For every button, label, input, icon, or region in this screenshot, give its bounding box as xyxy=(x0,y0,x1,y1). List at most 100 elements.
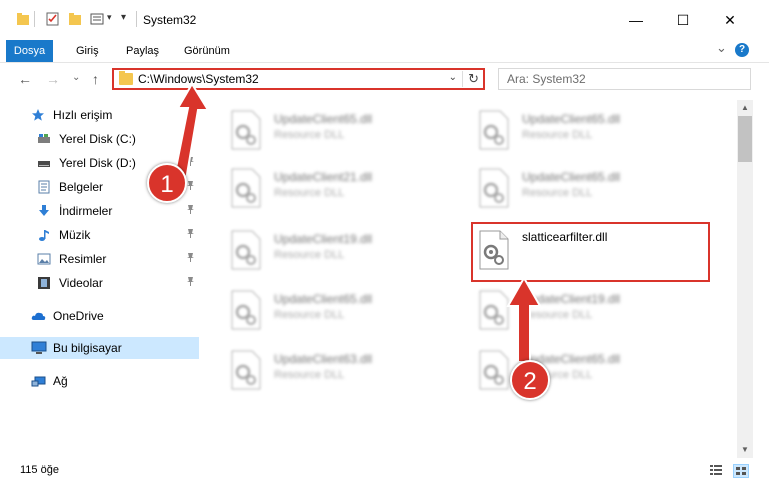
sidebar-item-label: Müzik xyxy=(59,228,91,242)
file-description: Resource DLL xyxy=(274,249,345,261)
dll-file-icon xyxy=(231,110,261,150)
customize-toolbar-icon[interactable]: ▾ xyxy=(121,12,135,26)
sidebar-item-label: Yerel Disk (C:) xyxy=(59,132,136,146)
callout-badge-1: 1 xyxy=(147,163,187,203)
file-name: UpdateClient65.dll xyxy=(522,170,621,184)
file-description: Resource DLL xyxy=(522,187,593,199)
help-icon[interactable]: ? xyxy=(735,43,749,57)
sidebar-item-downloads[interactable]: İndirmeler xyxy=(0,200,199,222)
file-name: UpdateClient19.dll xyxy=(274,232,373,246)
new-folder-icon[interactable] xyxy=(68,12,82,26)
file-description: Resource DLL xyxy=(274,129,345,141)
sidebar-item-label: Hızlı erişim xyxy=(53,108,113,122)
sidebar-item-this-pc[interactable]: Bu bilgisayar xyxy=(0,337,199,359)
tab-file[interactable]: Dosya xyxy=(6,40,53,62)
scroll-up-icon[interactable]: ▲ xyxy=(741,103,749,112)
tab-home[interactable]: Giriş xyxy=(76,40,99,62)
tab-share[interactable]: Paylaş xyxy=(126,40,159,62)
dll-file-icon xyxy=(479,168,509,208)
file-name: UpdateClient65.dll xyxy=(274,292,373,306)
callout-arrow-2 xyxy=(506,276,542,363)
file-description: Resource DLL xyxy=(274,369,345,381)
search-placeholder: Ara: System32 xyxy=(507,72,586,86)
sidebar-item-label: OneDrive xyxy=(53,309,104,323)
picture-icon xyxy=(37,252,51,266)
forward-button[interactable]: → xyxy=(46,71,60,87)
pin-icon[interactable] xyxy=(186,204,195,216)
list-item[interactable]: UpdateClient65.dll Resource DLL xyxy=(230,284,470,340)
sidebar-item-videos[interactable]: Videolar xyxy=(0,272,199,294)
sidebar-item-pictures[interactable]: Resimler xyxy=(0,248,199,270)
sidebar-item-label: Resimler xyxy=(59,252,107,266)
cloud-icon xyxy=(31,309,46,323)
list-item[interactable]: UpdateClient65.dll Resource DLL xyxy=(230,104,470,160)
list-item[interactable]: UpdateClient63.dll Resource DLL xyxy=(230,344,470,400)
item-count: 115 öğe xyxy=(20,464,59,476)
folder-icon xyxy=(119,71,133,85)
file-description: Resource DLL xyxy=(274,187,345,199)
target-file-highlight xyxy=(471,222,710,282)
scroll-down-icon[interactable]: ▼ xyxy=(741,445,749,454)
download-arrow-icon xyxy=(37,204,51,218)
scroll-thumb[interactable] xyxy=(738,116,752,162)
refresh-icon[interactable]: ↻ xyxy=(462,71,479,87)
search-input[interactable]: Ara: System32 xyxy=(498,68,751,90)
file-name: UpdateClient21.dll xyxy=(274,170,373,184)
status-bar: 115 öğe xyxy=(0,458,769,482)
sidebar-item-label: Videolar xyxy=(59,276,103,290)
music-note-icon xyxy=(37,228,51,242)
recent-locations-button[interactable]: ⌄ xyxy=(72,72,80,83)
star-icon xyxy=(31,108,45,122)
computer-icon xyxy=(31,341,47,355)
pin-icon[interactable] xyxy=(186,228,195,240)
pin-icon[interactable] xyxy=(186,252,195,264)
pin-icon[interactable] xyxy=(186,276,195,288)
drive-icon xyxy=(37,132,51,146)
file-description: Resource DLL xyxy=(522,129,593,141)
dll-file-icon xyxy=(479,110,509,150)
file-description: Resource DLL xyxy=(274,309,345,321)
up-button[interactable]: ↑ xyxy=(92,71,99,87)
view-options-icon[interactable] xyxy=(90,12,104,26)
chevron-down-icon[interactable]: ⌄ xyxy=(449,72,457,83)
file-name: UpdateClient65.dll xyxy=(274,112,373,126)
vertical-scrollbar[interactable]: ▲ ▼ xyxy=(737,100,753,458)
dll-file-icon xyxy=(231,230,261,270)
large-icons-view-icon[interactable] xyxy=(733,464,749,478)
sidebar-item-label: İndirmeler xyxy=(59,204,113,218)
film-icon xyxy=(37,276,51,290)
ribbon-tabs: Dosya Giriş Paylaş Görünüm ⌄ ? xyxy=(0,40,769,63)
properties-icon[interactable] xyxy=(46,12,60,26)
back-button[interactable]: ← xyxy=(18,71,32,87)
sidebar-item-label: Yerel Disk (D:) xyxy=(59,156,136,170)
dll-file-icon xyxy=(231,350,261,390)
dll-file-icon xyxy=(231,290,261,330)
details-view-icon[interactable] xyxy=(709,464,723,476)
sidebar-item-network[interactable]: Ağ xyxy=(0,370,199,392)
document-icon xyxy=(37,180,51,194)
folder-icon xyxy=(16,12,30,26)
sidebar-item-label: Ağ xyxy=(53,374,68,388)
sidebar-item-onedrive[interactable]: OneDrive xyxy=(0,305,199,327)
list-item[interactable]: UpdateClient65.dll Resource DLL xyxy=(478,162,718,218)
list-item[interactable]: UpdateClient21.dll Resource DLL xyxy=(230,162,470,218)
dll-file-icon xyxy=(231,168,261,208)
file-name: UpdateClient65.dll xyxy=(522,112,621,126)
close-button[interactable]: ✕ xyxy=(715,8,745,32)
expand-ribbon-icon[interactable]: ⌄ xyxy=(716,37,727,59)
window-title: System32 xyxy=(143,13,197,27)
tab-view[interactable]: Görünüm xyxy=(184,40,230,62)
drive-icon xyxy=(37,156,51,170)
list-item[interactable]: UpdateClient19.dll Resource DLL xyxy=(230,224,470,280)
navigation-bar: ← → ⌄ ↑ C:\Windows\System32 ⌄ ↻ Ara: Sys… xyxy=(0,63,769,97)
minimize-button[interactable]: — xyxy=(621,8,651,32)
network-icon xyxy=(31,374,46,388)
chevron-down-icon[interactable]: ▾ xyxy=(107,12,121,26)
file-name: UpdateClient63.dll xyxy=(274,352,373,366)
sidebar-item-label: Belgeler xyxy=(59,180,104,194)
maximize-button[interactable]: ☐ xyxy=(668,8,698,32)
callout-badge-2: 2 xyxy=(510,360,550,400)
sidebar-item-music[interactable]: Müzik xyxy=(0,224,199,246)
list-item[interactable]: UpdateClient65.dll Resource DLL xyxy=(478,104,718,160)
title-bar: ▾ ▾ System32 — ☐ ✕ xyxy=(0,0,769,40)
